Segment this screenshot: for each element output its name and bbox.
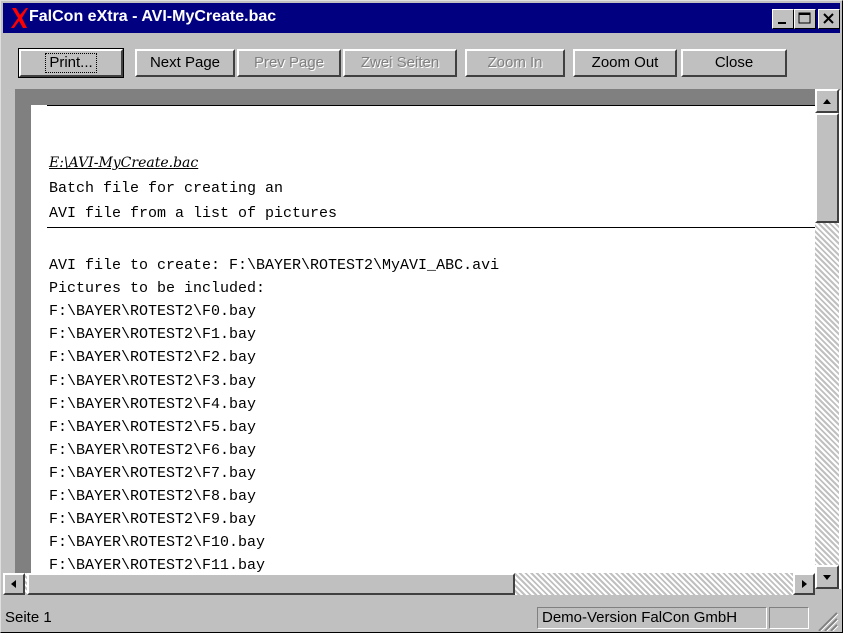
scroll-up-button[interactable] xyxy=(815,89,839,113)
horizontal-scrollbar[interactable] xyxy=(3,573,815,595)
document-filename: E:\AVI-MyCreate.bac xyxy=(49,155,199,171)
document-line: F:\BAYER\ROTEST2\F9.bay xyxy=(49,511,257,529)
document-line: F:\BAYER\ROTEST2\F7.bay xyxy=(49,464,257,482)
title-bar[interactable]: FalCon eXtra - AVI-MyCreate.bac xyxy=(3,3,840,33)
prev-page-button[interactable]: Prev Page xyxy=(237,49,341,77)
status-panel-empty xyxy=(769,607,809,629)
document-line: F:\BAYER\ROTEST2\F4.bay xyxy=(49,395,257,413)
falcon-app-icon xyxy=(11,8,28,28)
document-line: F:\BAYER\ROTEST2\F5.bay xyxy=(49,418,257,436)
resize-grip-icon[interactable] xyxy=(815,609,839,631)
window-title: FalCon eXtra - AVI-MyCreate.bac xyxy=(29,8,277,25)
close-button[interactable]: Close xyxy=(681,49,787,77)
zoom-in-button[interactable]: Zoom In xyxy=(465,49,565,77)
document-line: AVI file to create: F:\BAYER\ROTEST2\MyA… xyxy=(49,257,500,274)
license-panel: Demo-Version FalCon GmbH xyxy=(537,607,767,629)
document-description-2: AVI file from a list of pictures xyxy=(49,205,338,222)
page-indicator: Seite 1 xyxy=(5,609,52,626)
document-line: F:\BAYER\ROTEST2\F8.bay xyxy=(49,488,257,505)
scroll-left-button[interactable] xyxy=(3,573,25,595)
document-line: F:\BAYER\ROTEST2\F0.bay xyxy=(49,303,257,321)
document-line: F:\BAYER\ROTEST2\F11.bay xyxy=(49,557,266,575)
document-line: F:\BAYER\ROTEST2\F2.bay xyxy=(49,349,257,367)
minimize-button[interactable] xyxy=(772,9,794,29)
next-page-button[interactable]: Next Page xyxy=(135,49,235,77)
horizontal-scroll-thumb[interactable] xyxy=(27,573,515,595)
preview-area: E:\AVI-MyCreate.bac Batch file for creat… xyxy=(15,89,841,589)
document-line: F:\BAYER\ROTEST2\F3.bay xyxy=(49,372,257,390)
document-line: F:\BAYER\ROTEST2\F6.bay xyxy=(49,441,257,459)
document-description-1: Batch file for creating an xyxy=(49,180,284,197)
scroll-right-button[interactable] xyxy=(793,573,815,595)
close-window-button[interactable] xyxy=(818,9,840,29)
app-window: FalCon eXtra - AVI-MyCreate.bac Print...… xyxy=(0,0,843,633)
header-separator xyxy=(47,227,829,228)
vertical-scroll-thumb[interactable] xyxy=(815,113,839,223)
document-line: Pictures to be included: xyxy=(49,280,266,298)
status-bar: Seite 1 Demo-Version FalCon GmbH xyxy=(1,603,843,633)
print-button[interactable]: Print... xyxy=(18,48,124,78)
zoom-out-button[interactable]: Zoom Out xyxy=(573,49,677,77)
two-pages-button[interactable]: Zwei Seiten xyxy=(343,49,457,77)
page-top-border xyxy=(47,105,829,106)
print-label: Print... xyxy=(45,53,97,73)
maximize-button[interactable] xyxy=(794,9,816,29)
scroll-down-button[interactable] xyxy=(815,565,839,589)
document-line: F:\BAYER\ROTEST2\F10.bay xyxy=(49,534,266,552)
print-page: E:\AVI-MyCreate.bac Batch file for creat… xyxy=(31,105,829,575)
vertical-scrollbar[interactable] xyxy=(815,89,839,589)
document-line: F:\BAYER\ROTEST2\F1.bay xyxy=(49,326,257,344)
